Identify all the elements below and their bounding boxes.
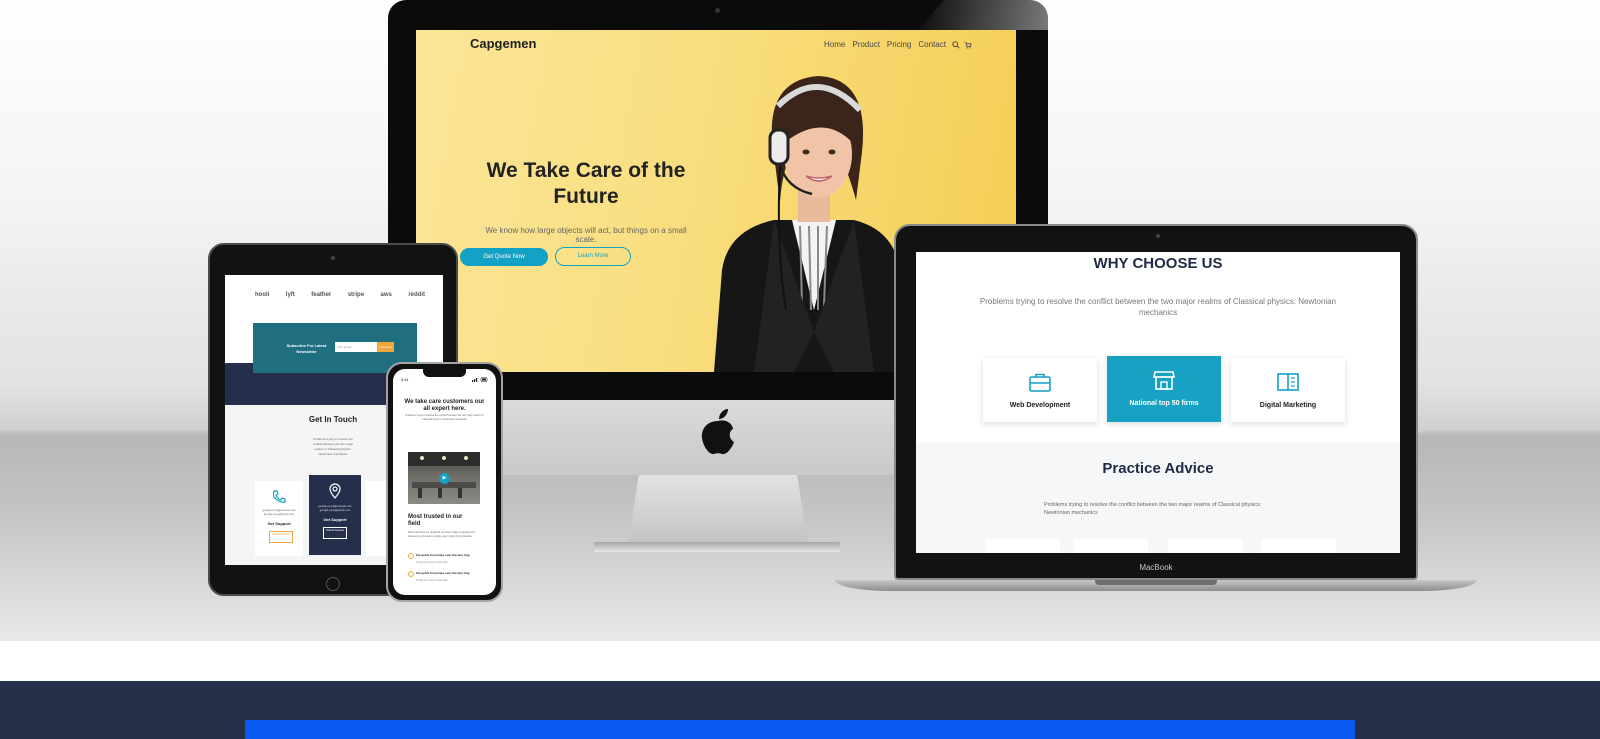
store-icon: [1153, 371, 1175, 390]
brand-feather: feather: [311, 292, 332, 298]
brand-logos-row: hooli lyft feather stripe aws reddit: [255, 292, 425, 298]
service-label: National top 50 firms: [1129, 400, 1199, 407]
card-email-2: georgia.young@ample.com: [319, 509, 351, 512]
newsletter-email-input[interactable]: Your Email: [335, 342, 377, 352]
phone-hero-text: Problems trying to resolve the conflict …: [405, 414, 484, 421]
briefcase-icon: [1029, 373, 1051, 392]
why-choose-us-subtitle: Problems trying to resolve the conflict …: [979, 297, 1337, 317]
contact-card-location: georgia.young@example.com georgia.young@…: [309, 475, 361, 555]
nav-pricing[interactable]: Pricing: [887, 40, 911, 49]
card-title: Get Support: [323, 517, 347, 522]
get-in-touch-text: Problems trying to resolve the conflict …: [312, 437, 354, 456]
practice-card: [986, 539, 1060, 553]
hero-title: We Take Care of the Future: [486, 159, 686, 208]
brand-lyft: lyft: [285, 292, 295, 298]
location-pin-icon: [329, 483, 341, 499]
contact-card-phone: georgia.young@example.com georgia.young@…: [255, 481, 303, 556]
nav-product[interactable]: Product: [852, 40, 880, 49]
service-card-national-top-firms[interactable]: National top 50 firms: [1107, 356, 1221, 422]
macbook-device: WHY CHOOSE US Problems trying to resolve…: [894, 224, 1418, 580]
service-card-digital-marketing[interactable]: Digital Marketing: [1231, 358, 1345, 422]
imac-stand: [628, 475, 808, 545]
learn-more-button[interactable]: Learn More: [555, 247, 631, 266]
macbook-notch: [1095, 580, 1217, 585]
macbook-camera: [1156, 234, 1160, 238]
submit-request-button[interactable]: Submit Request: [269, 531, 293, 543]
newsletter-title: Subscribe For Latest Newsletter: [286, 343, 327, 354]
macbook-label: MacBook: [1139, 563, 1173, 572]
practice-advice-section: [916, 442, 1400, 553]
practice-advice-title: Practice Advice: [1102, 460, 1214, 477]
feature-subtitle: Things on a very small scale: [416, 579, 448, 582]
imac-glare: [918, 0, 1048, 30]
cart-icon[interactable]: [964, 41, 972, 49]
office-video-thumbnail[interactable]: ▶: [408, 452, 480, 504]
brand-stripe: stripe: [347, 292, 365, 298]
practice-card: [1168, 539, 1242, 553]
search-icon[interactable]: [952, 41, 960, 49]
imac-foot: [594, 542, 840, 552]
why-choose-us-title: WHY CHOOSE US: [1093, 255, 1223, 272]
ipad-home-button: [326, 577, 340, 591]
service-label: Digital Marketing: [1259, 402, 1317, 409]
feature-title: the quick fox jumps over the lazy dog: [416, 571, 470, 575]
practice-card: [1074, 539, 1148, 553]
get-in-touch-title: Get In Touch: [308, 415, 358, 424]
feature-subtitle: Things on a very small scale: [416, 561, 448, 564]
footer-blue-banner: [245, 720, 1355, 739]
macbook-screen: WHY CHOOSE US Problems trying to resolve…: [916, 252, 1400, 553]
play-icon[interactable]: ▶: [439, 473, 450, 484]
brand-aws: aws: [380, 292, 392, 298]
phone-section-text: Most calendars are designed for teams. S…: [408, 531, 476, 538]
nav-contact[interactable]: Contact: [918, 40, 946, 49]
service-label: Web Development: [1009, 402, 1071, 409]
iphone-device: 9:41 We take care customers our all expe…: [386, 362, 503, 602]
practice-card: [1262, 539, 1336, 553]
nav-home[interactable]: Home: [824, 40, 845, 49]
practice-advice-subtitle: Problems trying to resolve the conflict …: [1044, 502, 1262, 516]
status-icons: [472, 377, 488, 382]
phone-icon: [272, 490, 286, 503]
brand-hooli: hooli: [255, 292, 270, 298]
service-card-web-development[interactable]: Web Development: [983, 358, 1097, 422]
phone-hero-title: We take care customers our all expert he…: [404, 399, 485, 412]
feature-icon: [408, 553, 414, 559]
card-email-2: georgia.young@ample.com: [263, 513, 295, 516]
newsletter-subscribe-button[interactable]: Subscribe: [377, 342, 394, 352]
iphone-notch: [423, 369, 466, 377]
submit-request-button[interactable]: Submit Request: [323, 527, 347, 539]
iphone-screen: 9:41 We take care customers our all expe…: [393, 369, 496, 595]
ipad-camera: [331, 256, 335, 260]
apple-logo-icon: [701, 409, 734, 455]
status-time: 9:41: [401, 377, 409, 382]
support-agent-image: [714, 76, 910, 372]
brand-logo[interactable]: Capgemen: [470, 36, 536, 51]
imac-camera: [715, 8, 720, 13]
hero-subtitle: We know how large objects will act, but …: [485, 226, 687, 244]
book-icon: [1277, 373, 1299, 391]
main-nav: Home Product Pricing Contact: [824, 40, 946, 49]
feature-icon: [408, 571, 414, 577]
phone-section-title: Most trusted in our field: [408, 514, 463, 527]
card-title: Get Support: [267, 521, 291, 526]
feature-title: the quick fox jumps over the lazy dog: [416, 553, 470, 557]
brand-reddit: reddit: [408, 292, 425, 298]
get-quote-button[interactable]: Get Quote Now: [460, 248, 548, 266]
device-mockup-stage: Capgemen Home Product Pricing Contact We…: [0, 0, 1600, 641]
